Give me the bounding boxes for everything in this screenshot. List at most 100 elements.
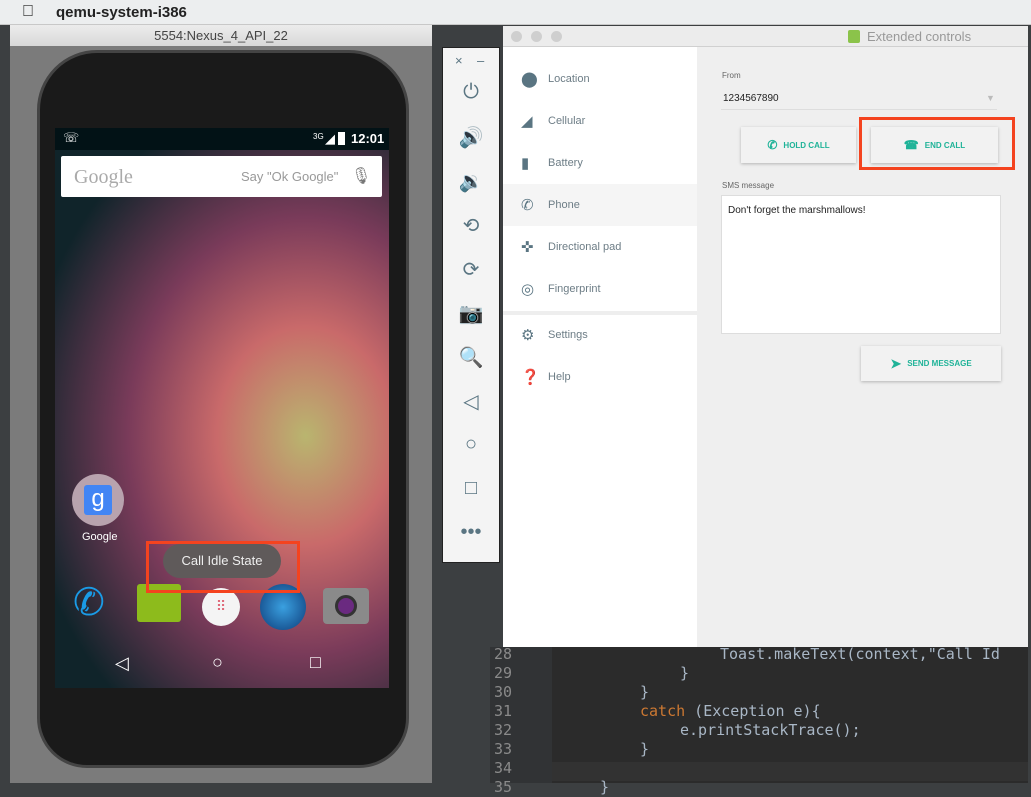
back-icon[interactable]: ◁ [443,389,499,414]
dpad-icon: ✜ [521,239,534,256]
line-number: 31 [494,702,513,720]
sidebar-item-help[interactable]: ❓ Help [503,356,697,398]
sidebar: ⬤ Location ◢ Cellular ▮ Battery ✆ Phone ✜ Dir… [503,47,697,647]
location-icon: ⬤ [521,71,538,88]
menu-bar:  qemu-system-i386 [0,0,1031,25]
code-text: } [640,683,650,701]
home-icon[interactable]: ○ [443,433,499,456]
code-text: e.printStackTrace(); [680,721,861,739]
phone-icon[interactable]: ✆ [73,580,105,625]
code-text: (Exception e){ [685,702,821,720]
google-search-bar[interactable]: Google Say "Ok Google" 🎙 [61,156,382,197]
sidebar-item-settings[interactable]: ⚙ Settings [503,314,697,356]
call-ended-icon: ☏ [63,130,80,145]
overview-icon[interactable]: □ [443,477,499,500]
cellular-icon: ◢ [521,113,533,130]
emulator-toolbar: × – ⏻ 🔊 🔉 ⟲ ⟳ 📷 🔍 ◁ ○ □ ••• [442,47,500,563]
zoom-icon[interactable]: 🔍 [443,345,499,370]
zoom-button[interactable] [551,31,562,42]
code-text: Toast.makeText(context,"Call Id [720,645,1000,663]
from-label: From [722,71,741,80]
current-line-highlight [552,762,1028,781]
line-number: 33 [494,740,513,758]
from-value: 1234567890 [723,93,779,104]
google-logo: Google [74,166,133,188]
code-text: } [640,740,650,758]
sidebar-item-cellular[interactable]: ◢ Cellular [503,100,697,142]
clock: 12:01 [351,131,385,146]
code-line: e.printStackTrace(); [680,721,861,740]
chevron-down-icon: ▼ [986,93,995,103]
code-line: Toast.makeText(context,"Call Id [720,645,1000,664]
google-folder-icon[interactable]: g [72,474,124,526]
emulator-app-icon [848,30,860,43]
code-text: } [600,778,610,796]
highlight-box [859,117,1015,170]
fingerprint-icon: ◎ [521,281,535,298]
status-bar: ☏ 3G ◢ 12:01 [55,128,389,150]
line-number: 32 [494,721,513,739]
google-folder-label: Google [82,531,118,543]
minimize-button[interactable] [531,31,542,42]
sidebar-item-location[interactable]: ⬤ Location [503,58,697,100]
extended-controls-window: Extended controls ⬤ Location ◢ Cellular ▮ B… [503,26,1028,647]
apple-icon[interactable]:  [22,3,56,21]
code-line: catch (Exception e){ [640,702,821,721]
hold-call-button[interactable]: ✆ HOLD CALL [741,127,856,163]
camera-icon[interactable] [323,588,369,624]
emulator-title: 5554:Nexus_4_API_22 [10,25,432,46]
battery-icon [338,132,345,145]
app-name[interactable]: qemu-system-i386 [56,4,187,21]
line-number: 28 [494,645,513,663]
sms-label: SMS message [722,181,775,190]
recents-icon[interactable]: □ [310,652,321,673]
network-type: 3G [313,132,324,141]
line-number: 34 [494,759,513,777]
code-line: } [640,683,649,702]
sms-message-input[interactable]: Don't forget the marshmallows! [721,195,1001,334]
minimize-icon[interactable]: – [477,53,484,68]
rotate-left-icon[interactable]: ⟲ [443,213,499,238]
emulator-window: 5554:Nexus_4_API_22 ☏ 3G ◢ 12:01 Google … [10,25,432,783]
code-line: } [680,664,689,683]
device-screen[interactable]: ☏ 3G ◢ 12:01 Google Say "Ok Google" 🎙 g … [55,128,389,688]
line-number: 35 [494,778,513,796]
back-icon[interactable]: ◁ [115,653,129,674]
hold-call-icon: ✆ [767,138,778,152]
ide-side-panel [0,25,10,783]
send-message-button[interactable]: ➤ SEND MESSAGE [861,346,1001,381]
line-number: 29 [494,664,513,682]
rotate-right-icon[interactable]: ⟳ [443,257,499,282]
volume-up-icon[interactable]: 🔊 [443,125,499,150]
signal-icon: ◢ [325,131,335,146]
search-hint: Say "Ok Google" [241,169,339,184]
highlight-box [146,541,300,593]
app-drawer-icon[interactable]: ⠿ [202,588,240,626]
volume-down-icon[interactable]: 🔉 [443,169,499,194]
code-text: } [680,664,690,682]
home-icon[interactable]: ○ [212,652,223,673]
keyword: catch [640,702,686,720]
battery-icon: ▮ [521,155,530,172]
window-title-bar: Extended controls [503,26,1028,47]
send-icon: ➤ [890,355,902,371]
sidebar-item-directional-pad[interactable]: ✜ Directional pad [503,226,697,268]
sidebar-item-fingerprint[interactable]: ◎ Fingerprint [503,268,697,310]
microphone-icon[interactable]: 🎙 [351,166,371,186]
sidebar-item-phone[interactable]: ✆ Phone [503,184,697,226]
phone-icon: ✆ [521,197,534,214]
more-icon[interactable]: ••• [443,521,499,544]
from-select[interactable]: 1234567890 ▼ [721,88,997,110]
code-line: } [600,778,609,797]
sidebar-item-battery[interactable]: ▮ Battery [503,142,697,184]
line-number: 30 [494,683,513,701]
line-number-gutter: 28 29 30 31 32 33 34 35 [490,645,552,796]
code-editor[interactable]: 28 29 30 31 32 33 34 35 Toast.makeText(context,… [490,645,1028,796]
gear-icon: ⚙ [521,327,535,344]
camera-icon[interactable]: 📷 [443,301,499,326]
power-icon[interactable]: ⏻ [443,81,499,104]
code-line: } [640,740,649,759]
close-icon[interactable]: × [455,53,463,68]
close-button[interactable] [511,31,522,42]
help-icon: ❓ [521,369,540,386]
